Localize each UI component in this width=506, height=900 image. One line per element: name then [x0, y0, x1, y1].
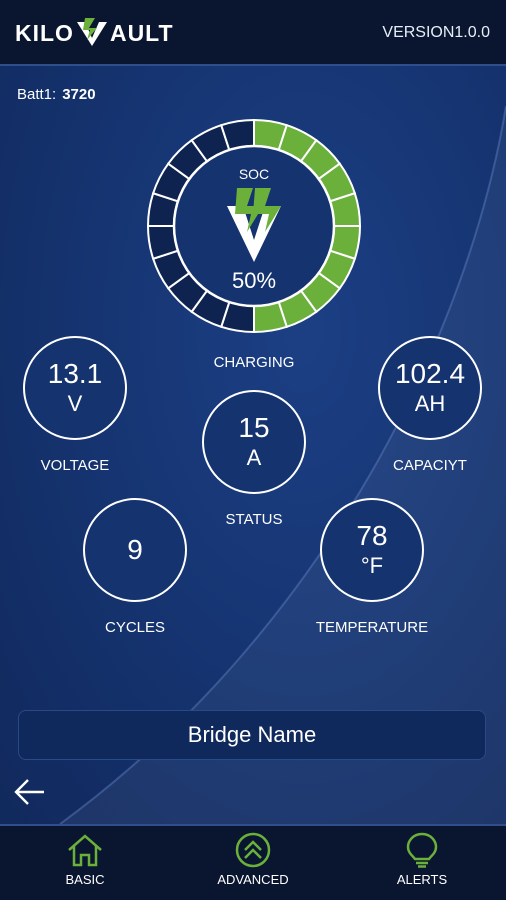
nav-item-advanced[interactable]: ADVANCED [193, 832, 313, 898]
bridge-name-button[interactable]: Bridge Name [18, 710, 486, 760]
current-value: 15 [238, 412, 270, 443]
voltage-caption: VOLTAGE [40, 457, 110, 474]
bridge-name-label: Bridge Name [187, 722, 317, 747]
brand-right: AULT [109, 19, 174, 46]
charging-status-text: CHARGING [213, 354, 295, 371]
nav-label-alerts: ALERTS [396, 872, 448, 887]
bottom-navigation: BASIC ADVANCED ALERTS [0, 824, 506, 900]
nav-item-basic[interactable]: BASIC [25, 832, 145, 898]
temperature-value: 78 [356, 520, 388, 551]
temperature-gauge: 78 °F [320, 498, 424, 602]
kilovault-bolt-icon [227, 188, 281, 262]
cycles-caption: CYCLES [104, 619, 166, 636]
cycles-gauge: 9 [83, 498, 187, 602]
capacity-gauge: 102.4 AH [378, 336, 482, 440]
back-arrow-icon[interactable] [14, 778, 46, 806]
voltage-unit: V [67, 391, 83, 416]
status-caption: STATUS [225, 511, 283, 528]
app-header: KILO AULT VERSION1.0.0 [0, 0, 506, 66]
voltage-value: 13.1 [47, 358, 103, 389]
double-chevron-up-icon [235, 832, 271, 868]
home-icon [68, 834, 102, 867]
nav-label-advanced: ADVANCED [217, 872, 289, 887]
capacity-caption: CAPACIYT [393, 457, 467, 474]
temperature-unit: °F [360, 553, 384, 578]
voltage-gauge: 13.1 V [23, 336, 127, 440]
capacity-unit: AH [414, 391, 446, 416]
brand-left: KILO [15, 19, 74, 46]
battery-id: 3720 [62, 86, 96, 103]
current-gauge: 15 A [202, 390, 306, 494]
battery-label: Batt1: 3720 [17, 86, 96, 103]
soc-label: SOC [238, 166, 270, 182]
lightbulb-icon [406, 832, 438, 868]
nav-item-alerts[interactable]: ALERTS [362, 832, 482, 898]
cycles-value: 9 [127, 534, 143, 565]
main-panel: Batt1: 3720 SOC 50% CHARGING 13.1 V VOLTA… [0, 66, 506, 824]
temperature-caption: TEMPERATURE [315, 619, 429, 636]
version-label: VERSION1.0.0 [382, 24, 490, 41]
battery-label-text: Batt1: [17, 86, 57, 103]
soc-value: 50% [231, 268, 277, 293]
nav-label-basic: BASIC [65, 872, 105, 887]
capacity-value: 102.4 [394, 358, 466, 389]
kilovault-logo: KILO AULT [15, 16, 174, 50]
kilovault-v-logo-icon [76, 18, 107, 46]
current-unit: A [246, 445, 262, 470]
